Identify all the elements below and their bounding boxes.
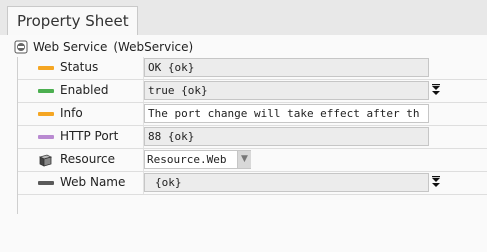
root-type: (WebService) xyxy=(113,40,194,54)
row-http-port: HTTP Port 88 {ok} xyxy=(18,126,487,149)
http-port-label: HTTP Port xyxy=(60,129,119,143)
row-resource: Resource Resource.Web ▼ xyxy=(18,149,487,172)
tab-bar: Property Sheet xyxy=(0,0,487,36)
web-name-swatch xyxy=(38,181,54,185)
service-icon xyxy=(14,40,28,54)
status-value: OK {ok} xyxy=(144,58,429,77)
row-enabled: Enabled true {ok} xyxy=(18,80,487,103)
http-port-value[interactable]: 88 {ok} xyxy=(144,127,429,146)
http-port-swatch xyxy=(38,135,54,139)
row-web-name: Web Name {ok} xyxy=(18,172,487,195)
web-name-label: Web Name xyxy=(60,175,126,189)
web-name-value[interactable]: {ok} xyxy=(144,173,429,192)
status-label: Status xyxy=(60,60,99,74)
property-sheet-panel: Web Service (WebService) Status OK {ok} … xyxy=(0,35,487,252)
resource-label: Resource xyxy=(60,152,116,166)
status-swatch xyxy=(38,66,54,70)
root-node[interactable]: Web Service (WebService) xyxy=(14,39,193,55)
row-info: Info The port change will take effect af… xyxy=(18,103,487,126)
chevron-down-icon[interactable]: ▼ xyxy=(237,151,251,168)
row-status: Status OK {ok} xyxy=(18,57,487,80)
resource-select[interactable]: Resource.Web xyxy=(144,150,251,169)
info-label: Info xyxy=(60,106,83,120)
enabled-value[interactable]: true {ok} xyxy=(144,81,429,100)
tab-property-sheet[interactable]: Property Sheet xyxy=(7,6,138,35)
cube-icon xyxy=(38,154,53,167)
enabled-label: Enabled xyxy=(60,83,109,97)
root-name: Web Service xyxy=(33,40,108,54)
info-value: The port change will take effect after t… xyxy=(144,104,429,123)
double-chevron-down-icon[interactable] xyxy=(430,175,442,189)
info-swatch xyxy=(38,112,54,116)
double-chevron-down-icon[interactable] xyxy=(430,83,442,97)
enabled-swatch xyxy=(38,89,54,93)
